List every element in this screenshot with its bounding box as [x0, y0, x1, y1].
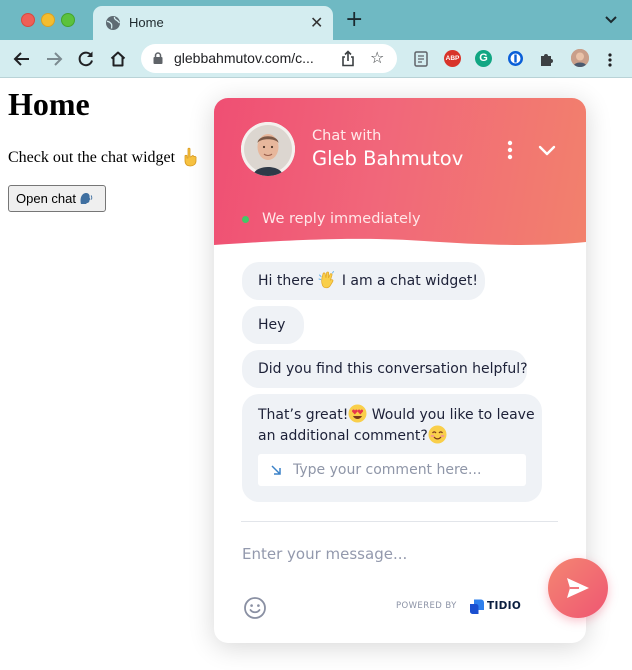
online-dot-icon — [242, 216, 249, 223]
message-text: That’s great! — [258, 407, 349, 423]
comment-field[interactable] — [258, 454, 526, 486]
forward-button[interactable] — [42, 47, 66, 71]
adblock-extension-icon[interactable]: ABP — [444, 50, 461, 67]
lock-icon[interactable] — [153, 52, 163, 64]
browser-tab[interactable]: Home ✕ — [93, 6, 333, 40]
arrow-down-right-icon — [271, 465, 281, 475]
maximize-window-button[interactable] — [61, 13, 75, 27]
kebab-menu-icon[interactable] — [507, 140, 513, 160]
reader-extension-icon[interactable] — [413, 51, 429, 67]
speaking-head-icon — [80, 192, 93, 204]
agent-avatar — [241, 122, 295, 176]
message-text: Hey — [258, 317, 286, 333]
message-text: Hi there — [258, 273, 314, 289]
chat-message-feedback: That’s great! Would you like to leave an… — [242, 394, 542, 502]
address-bar[interactable]: glebbahmutov.com/c... ☆ — [141, 44, 397, 73]
reload-button[interactable] — [74, 47, 98, 71]
globe-icon — [106, 16, 120, 30]
browser-toolbar: glebbahmutov.com/c... ☆ ABP G — [0, 40, 632, 78]
tab-close-icon[interactable]: ✕ — [310, 13, 323, 33]
new-tab-button[interactable]: + — [345, 8, 363, 32]
page-heading: Home — [8, 86, 90, 122]
tab-search-icon[interactable] — [604, 15, 618, 25]
header-wave-divider — [214, 238, 586, 256]
chat-header: Chat with Gleb Bahmutov We reply immedia… — [214, 98, 586, 250]
tidio-logo-icon[interactable] — [469, 598, 485, 615]
chevron-down-icon[interactable] — [538, 145, 556, 157]
browser-menu-icon[interactable] — [608, 53, 612, 67]
tidio-brand-text[interactable]: TIDIO — [487, 600, 521, 612]
agent-name: Gleb Bahmutov — [312, 147, 464, 170]
chat-message-greeting: Hi there I am a chat widget! — [242, 262, 485, 300]
grammarly-extension-icon[interactable]: G — [475, 50, 492, 67]
page-intro-text: Check out the chat widget — [8, 149, 176, 166]
message-text: an additional comment? — [258, 428, 428, 444]
star-icon[interactable]: ☆ — [370, 48, 384, 68]
agent-photo-icon — [241, 122, 295, 176]
emoji-icon[interactable] — [243, 596, 267, 620]
message-text: I am a chat widget! — [341, 273, 479, 289]
message-input[interactable] — [242, 542, 532, 566]
profile-avatar[interactable] — [571, 49, 589, 67]
puzzle-extensions-icon[interactable] — [539, 51, 555, 67]
message-text: Did you find this conversation helpful? — [258, 361, 528, 377]
close-window-button[interactable] — [21, 13, 35, 27]
smiling-face-icon — [428, 425, 447, 444]
reload-icon — [78, 51, 93, 67]
chat-widget: Chat with Gleb Bahmutov We reply immedia… — [214, 98, 586, 643]
back-button[interactable] — [10, 47, 34, 71]
share-icon[interactable] — [340, 50, 356, 67]
send-button[interactable] — [548, 558, 608, 618]
waving-hand-icon — [318, 271, 335, 289]
chat-message-question: Did you find this conversation helpful? — [242, 350, 528, 388]
chat-subtitle: Chat with — [312, 128, 382, 144]
open-chat-button[interactable]: Open chat — [8, 185, 106, 212]
chat-message-hey: Hey — [242, 306, 304, 344]
powered-by-label: POWERED BY — [396, 601, 457, 611]
home-button[interactable] — [106, 47, 130, 71]
back-arrow-icon — [13, 52, 29, 66]
url-text[interactable]: glebbahmutov.com/c... — [174, 50, 314, 66]
pointing-down-icon — [184, 147, 197, 167]
tab-title: Home — [129, 15, 164, 30]
minimize-window-button[interactable] — [41, 13, 55, 27]
password-extension-icon[interactable] — [507, 50, 524, 67]
profile-photo-icon — [571, 49, 589, 67]
forward-arrow-icon — [47, 52, 63, 66]
open-chat-label: Open chat — [16, 191, 76, 206]
message-text: Would you like to leave — [371, 407, 535, 423]
comment-input[interactable] — [293, 460, 518, 480]
browser-tab-bar: Home ✕ + — [0, 0, 632, 40]
send-icon — [567, 578, 589, 598]
heart-eyes-icon — [348, 404, 367, 423]
message-line-1: That’s great! Would you like to leave — [258, 404, 535, 425]
message-line-2: an additional comment? — [258, 425, 526, 446]
home-icon — [110, 51, 126, 67]
reply-status-text: We reply immediately — [262, 211, 421, 227]
composer-divider — [241, 521, 558, 522]
